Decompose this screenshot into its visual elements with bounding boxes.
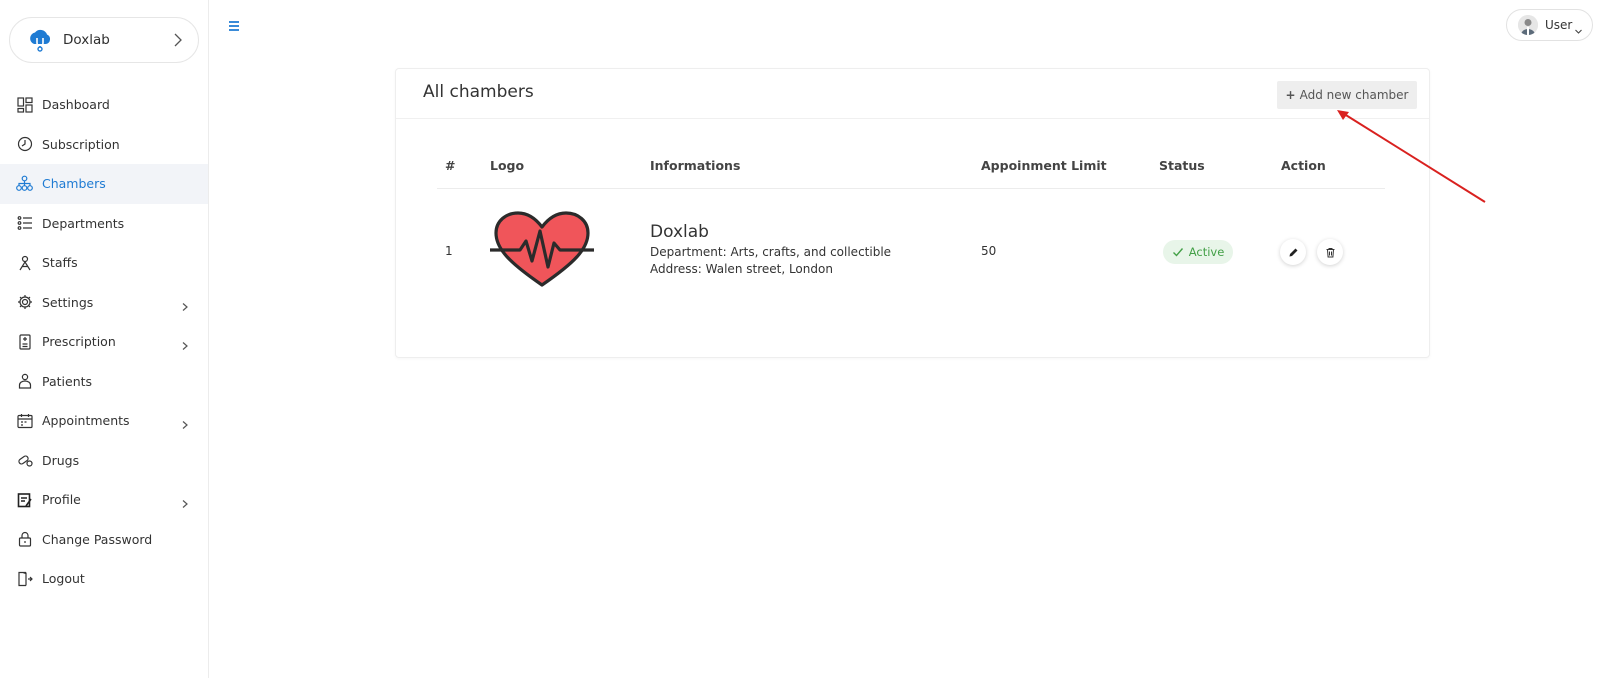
calendar-icon (16, 412, 33, 429)
pill-icon (16, 452, 33, 469)
user-label: User (1545, 18, 1573, 32)
clock-icon (16, 136, 33, 153)
dashboard-icon (16, 96, 33, 113)
sidebar-item-label: Staffs (42, 255, 78, 271)
add-new-chamber-button[interactable]: + Add new chamber (1277, 81, 1417, 109)
check-icon (1172, 246, 1184, 258)
prescription-icon (16, 333, 33, 350)
brand-switcher[interactable]: Doxlab (9, 17, 199, 63)
cloud-stethoscope-icon (26, 26, 54, 54)
sidebar-item-label: Chambers (42, 176, 106, 192)
chamber-info: Doxlab Department: Arts, crafts, and col… (650, 222, 891, 276)
column-header-number: # (445, 158, 456, 173)
status-badge: Active (1163, 240, 1233, 264)
sidebar-item-label: Dashboard (42, 97, 110, 113)
sidebar-item-settings[interactable]: Settings (0, 283, 208, 323)
chevron-right-icon (180, 415, 190, 429)
table-header: # Logo Informations Appoinment Limit Sta… (437, 151, 1385, 189)
column-header-status: Status (1159, 158, 1205, 173)
sidebar-item-label: Profile (42, 492, 81, 508)
card-header: All chambers + Add new chamber (396, 69, 1429, 119)
patient-icon (16, 373, 33, 390)
brand-name: Doxlab (63, 32, 110, 48)
page-title: All chambers (423, 82, 534, 102)
sidebar-item-label: Prescription (42, 334, 116, 350)
row-number: 1 (445, 244, 453, 258)
user-menu-button[interactable]: User (1506, 9, 1593, 41)
sidebar-item-drugs[interactable]: Drugs (0, 441, 208, 481)
plus-icon: + (1285, 88, 1296, 102)
chamber-name: Doxlab (650, 222, 709, 242)
sidebar-item-staffs[interactable]: Staffs (0, 243, 208, 283)
hamburger-menu-icon[interactable] (227, 18, 241, 32)
chamber-department: Department: Arts, crafts, and collectibl… (650, 245, 892, 259)
appointment-limit-value: 50 (981, 244, 997, 258)
chevron-right-icon (170, 32, 186, 48)
chevron-right-icon (180, 336, 190, 350)
logout-icon (16, 570, 33, 587)
column-header-appointment-limit: Appoinment Limit (981, 158, 1107, 173)
sidebar-item-label: Drugs (42, 452, 80, 468)
sidebar-item-label: Change Password (42, 531, 153, 547)
chevron-right-icon (180, 494, 190, 508)
sidebar: Doxlab Dashboard Subscription Chambers D… (0, 0, 209, 678)
trash-icon (1325, 243, 1336, 262)
edit-button[interactable] (1280, 239, 1306, 265)
sidebar-item-chambers[interactable]: Chambers (0, 164, 208, 204)
sidebar-item-subscription[interactable]: Subscription (0, 125, 208, 165)
sidebar-item-dashboard[interactable]: Dashboard (0, 85, 208, 125)
column-header-logo: Logo (490, 158, 525, 173)
sitemap-icon (16, 175, 33, 192)
sidebar-item-logout[interactable]: Logout (0, 559, 208, 599)
sidebar-item-label: Patients (42, 373, 93, 389)
sidebar-nav: Dashboard Subscription Chambers Departme… (0, 85, 208, 599)
table-row: 1 Doxlab Department: Arts, crafts, and c… (437, 189, 1385, 313)
sidebar-item-label: Settings (42, 294, 94, 310)
sidebar-item-label: Subscription (42, 136, 120, 152)
sidebar-item-appointments[interactable]: Appointments (0, 401, 208, 441)
delete-button[interactable] (1317, 239, 1343, 265)
staff-icon (16, 254, 33, 271)
chevron-down-icon (1574, 21, 1583, 34)
chevron-right-icon (180, 297, 190, 311)
pencil-icon (1288, 243, 1299, 262)
list-icon (16, 215, 33, 232)
profile-icon (16, 491, 33, 508)
column-header-action: Action (1281, 158, 1326, 173)
sidebar-item-label: Logout (42, 571, 85, 587)
sidebar-item-change-password[interactable]: Change Password (0, 520, 208, 560)
chambers-card: All chambers + Add new chamber # Logo In… (395, 68, 1430, 358)
sidebar-item-departments[interactable]: Departments (0, 204, 208, 244)
sidebar-item-label: Departments (42, 215, 125, 231)
sidebar-item-profile[interactable]: Profile (0, 480, 208, 520)
sidebar-item-prescription[interactable]: Prescription (0, 322, 208, 362)
column-header-informations: Informations (650, 158, 741, 173)
chamber-address: Address: Walen street, London (650, 262, 833, 276)
sidebar-item-label: Appointments (42, 413, 130, 429)
add-new-chamber-label: Add new chamber (1299, 88, 1409, 102)
gear-icon (16, 294, 33, 311)
lock-icon (16, 531, 33, 548)
heart-logo-icon (490, 211, 594, 292)
status-label: Active (1188, 245, 1225, 259)
avatar (1518, 15, 1538, 35)
chambers-table: # Logo Informations Appoinment Limit Sta… (437, 151, 1385, 313)
sidebar-item-patients[interactable]: Patients (0, 362, 208, 402)
